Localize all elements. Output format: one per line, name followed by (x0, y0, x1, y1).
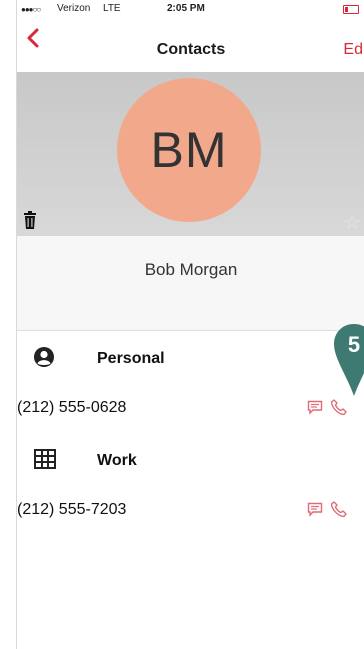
section-label: Personal (97, 350, 165, 367)
delete-button[interactable] (23, 211, 37, 234)
person-circle-icon (33, 346, 55, 373)
avatar: BM (117, 78, 261, 222)
section-work: Work (17, 442, 364, 482)
contact-name: Bob Morgan (144, 260, 238, 279)
section-personal: Personal (17, 340, 364, 380)
building-icon (33, 448, 57, 475)
call-icon[interactable] (330, 500, 348, 523)
phone-row-work[interactable]: (212) 555-7203 (17, 496, 364, 526)
annotation-marker: 5 (334, 324, 364, 396)
status-bar: ●●●○○ Verizon LTE 2:05 PM (17, 0, 364, 18)
carrier-name: Verizon (57, 3, 91, 14)
nav-bar: Contacts Edit (17, 18, 364, 62)
favorite-star-icon[interactable]: ☆ (343, 210, 361, 235)
message-icon[interactable] (307, 501, 323, 522)
avatar-initials: BM (150, 122, 228, 178)
phone-row-personal[interactable]: (212) 555-0628 (17, 394, 364, 424)
signal-strength: ●●●○○ (21, 5, 41, 14)
network-type: LTE (103, 3, 121, 14)
page-title: Contacts (156, 41, 226, 58)
battery-icon (343, 5, 359, 14)
message-icon[interactable] (307, 399, 323, 420)
annotation-number: 5 (348, 332, 360, 357)
phone-number[interactable]: (212) 555-0628 (17, 399, 126, 417)
status-time: 2:05 PM (167, 3, 205, 14)
edit-button[interactable]: Edit (343, 41, 364, 59)
phone-number[interactable]: (212) 555-7203 (17, 501, 126, 519)
section-label: Work (97, 452, 137, 469)
contact-name-panel: Bob Morgan (17, 236, 364, 331)
trash-icon (24, 211, 36, 229)
phone-screen: ●●●○○ Verizon LTE 2:05 PM Contacts Edit … (16, 0, 364, 649)
contact-header: BM ☆ (17, 72, 364, 236)
